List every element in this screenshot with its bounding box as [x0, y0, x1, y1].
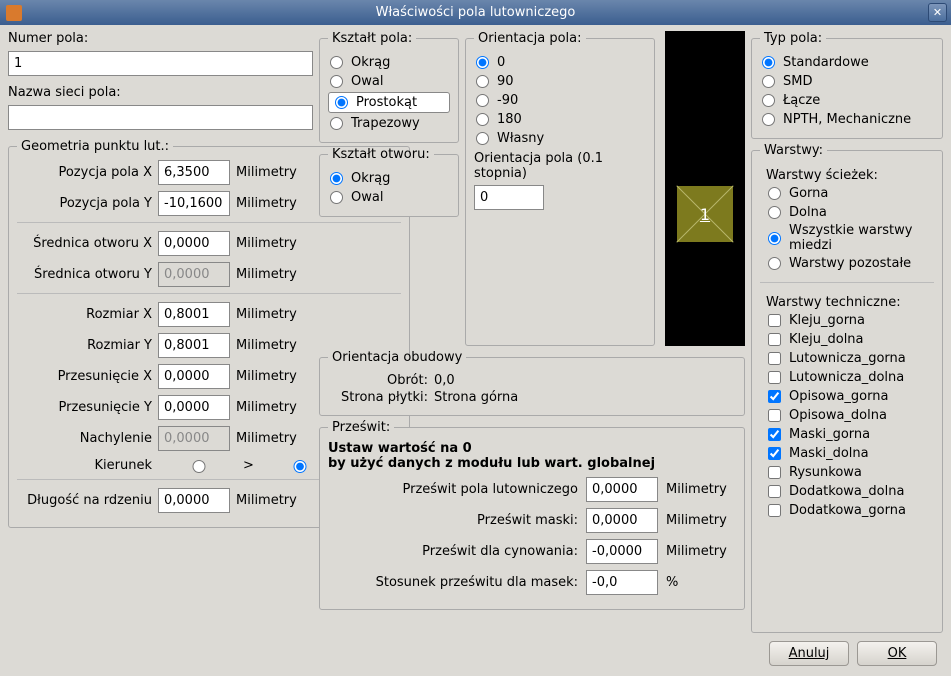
- clear-paste-input[interactable]: [586, 539, 658, 564]
- housing-orient-fieldset: Orientacja obudowy Obrót:0,0 Strona płyt…: [319, 350, 745, 416]
- chk-mask-top[interactable]: [768, 428, 781, 441]
- net-name-input[interactable]: [8, 105, 313, 130]
- type-smd-radio[interactable]: [762, 75, 775, 88]
- layer-other-radio[interactable]: [768, 257, 781, 270]
- clearance-fieldset: Prześwit: Ustaw wartość na 0 by użyć dan…: [319, 420, 745, 610]
- chk-silk-top[interactable]: [768, 390, 781, 403]
- dir-label: Kierunek: [17, 458, 152, 473]
- posx-input[interactable]: [158, 160, 230, 185]
- die-label: Długość na rdzeniu: [17, 493, 152, 508]
- clear-pad-input[interactable]: [586, 477, 658, 502]
- chk-eco-top[interactable]: [768, 504, 781, 517]
- shape-oval-radio[interactable]: [330, 75, 343, 88]
- chk-paste-top[interactable]: [768, 352, 781, 365]
- chk-mask-bot[interactable]: [768, 447, 781, 460]
- clear-ratio-input[interactable]: [586, 570, 658, 595]
- posy-label: Pozycja pola Y: [17, 196, 152, 211]
- chk-adhes-bot[interactable]: [768, 333, 781, 346]
- offx-label: Przesunięcie X: [17, 369, 152, 384]
- orient-custom-input[interactable]: [474, 185, 544, 210]
- titlebar[interactable]: Właściwości pola lutowniczego ✕: [0, 0, 951, 25]
- close-icon[interactable]: ✕: [928, 3, 947, 22]
- holex-input[interactable]: [158, 231, 230, 256]
- pad-preview: 1: [665, 31, 745, 346]
- ok-button[interactable]: OK: [857, 641, 937, 666]
- holey-label: Średnica otworu Y: [17, 267, 152, 282]
- holex-label: Średnica otworu X: [17, 236, 152, 251]
- chk-adhes-top[interactable]: [768, 314, 781, 327]
- type-npth-radio[interactable]: [762, 113, 775, 126]
- dir-gt-radio[interactable]: [163, 460, 235, 473]
- sizex-label: Rozmiar X: [17, 307, 152, 322]
- hole-shape-fieldset: Kształt otworu: Okrąg Owal: [319, 147, 459, 217]
- layers-fieldset: Warstwy: Warstwy ścieżek: Gorna Dolna Ws…: [751, 143, 943, 633]
- pad-type-fieldset: Typ pola: Standardowe SMD Łącze NPTH, Me…: [751, 31, 943, 139]
- layer-bottom-radio[interactable]: [768, 206, 781, 219]
- geometry-legend: Geometria punktu lut.:: [17, 139, 173, 154]
- tilt-input: [158, 426, 230, 451]
- dialog-content: Numer pola: Nazwa sieci pola: Geometria …: [0, 25, 951, 676]
- chk-draw[interactable]: [768, 466, 781, 479]
- pad-preview-number: 1: [700, 205, 710, 224]
- chk-paste-bot[interactable]: [768, 371, 781, 384]
- dialog-window: Właściwości pola lutowniczego ✕ Numer po…: [0, 0, 951, 676]
- shape-trap-radio[interactable]: [330, 117, 343, 130]
- cancel-button[interactable]: Anuluj: [769, 641, 849, 666]
- sizey-label: Rozmiar Y: [17, 338, 152, 353]
- layer-allcu-radio[interactable]: [768, 232, 781, 245]
- orient-180-radio[interactable]: [476, 113, 489, 126]
- chk-eco-bot[interactable]: [768, 485, 781, 498]
- offx-input[interactable]: [158, 364, 230, 389]
- orient-m90-radio[interactable]: [476, 94, 489, 107]
- shape-fieldset: Kształt pola: Okrąg Owal Prostokąt Trape…: [319, 31, 459, 143]
- pad-number-input[interactable]: [8, 51, 313, 76]
- window-title: Właściwości pola lutowniczego: [376, 5, 576, 20]
- orient-custom-label: Orientacja pola (0.1 stopnia): [474, 151, 646, 181]
- posx-label: Pozycja pola X: [17, 165, 152, 180]
- type-conn-radio[interactable]: [762, 94, 775, 107]
- app-icon: [6, 5, 22, 21]
- hole-oval-radio[interactable]: [330, 191, 343, 204]
- clear-mask-input[interactable]: [586, 508, 658, 533]
- shape-circle-radio[interactable]: [330, 56, 343, 69]
- layer-top-radio[interactable]: [768, 187, 781, 200]
- type-std-radio[interactable]: [762, 56, 775, 69]
- unit-label: Milimetry: [236, 165, 304, 180]
- shape-rect-radio[interactable]: [335, 96, 348, 109]
- pad-number-label: Numer pola:: [8, 31, 313, 46]
- orient-custom-radio[interactable]: [476, 132, 489, 145]
- chk-silk-bot[interactable]: [768, 409, 781, 422]
- sizey-input[interactable]: [158, 333, 230, 358]
- net-name-label: Nazwa sieci pola:: [8, 85, 313, 100]
- tilt-label: Nachylenie: [17, 431, 152, 446]
- offy-input[interactable]: [158, 395, 230, 420]
- orient-90-radio[interactable]: [476, 75, 489, 88]
- holey-input: [158, 262, 230, 287]
- posy-input[interactable]: [158, 191, 230, 216]
- offy-label: Przesunięcie Y: [17, 400, 152, 415]
- die-input[interactable]: [158, 488, 230, 513]
- orient-0-radio[interactable]: [476, 56, 489, 69]
- pad-preview-shape: 1: [677, 186, 733, 242]
- sizex-input[interactable]: [158, 302, 230, 327]
- hole-circle-radio[interactable]: [330, 172, 343, 185]
- orientation-fieldset: Orientacja pola: 0 90 -90 180 Własny Ori…: [465, 31, 655, 346]
